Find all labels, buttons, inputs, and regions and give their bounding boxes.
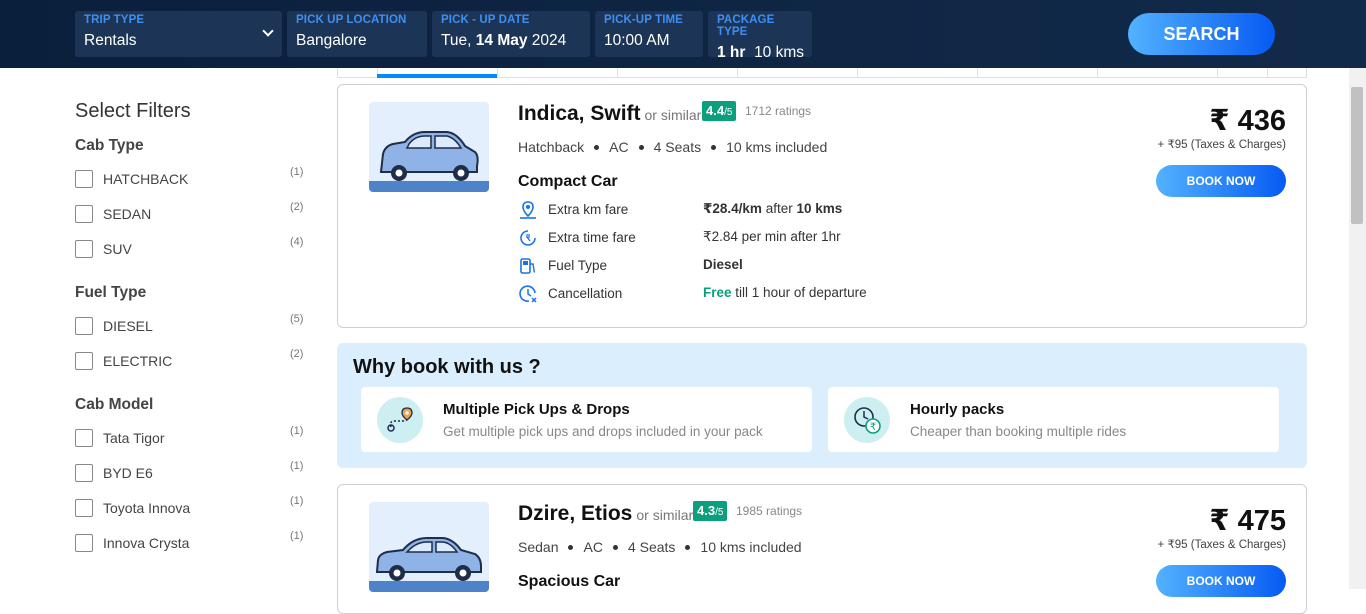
pickup-location-value: Bangalore [296, 32, 367, 49]
taxes-charges: + ₹95 (Taxes & Charges) [1157, 539, 1286, 551]
car-class: Compact Car [518, 173, 618, 190]
book-now-button[interactable]: BOOK NOW [1156, 165, 1286, 197]
checkbox[interactable] [75, 169, 93, 188]
why-item-subtitle: Get multiple pick ups and drops included… [443, 424, 763, 439]
search-button[interactable]: SEARCH [1128, 13, 1275, 55]
tab-divider [857, 68, 858, 77]
pickup-date-field[interactable]: PICK - UP DATE Tue, 14 May 2024 [432, 11, 590, 57]
extra-km-row: Extra km fare ₹28.4/km after 10 kms [518, 200, 938, 222]
trip-type-label: TRIP TYPE [84, 14, 145, 26]
fuel-type-title: Fuel Type [75, 284, 147, 301]
rating-badge: 4.4/5 [702, 101, 737, 121]
car-card: Dzire, Etios or similar 4.3/5 1985 rating… [337, 484, 1307, 614]
car-name: Indica, Swift or similar [518, 102, 702, 125]
why-item-title: Multiple Pick Ups & Drops [443, 401, 630, 418]
book-now-button[interactable]: BOOK NOW [1156, 565, 1286, 597]
car-class: Spacious Car [518, 573, 621, 590]
tab-divider [497, 68, 498, 77]
pickup-date: 14 May [475, 32, 528, 49]
tab-divider [1217, 68, 1218, 77]
road-strip [369, 181, 489, 192]
car-name: Dzire, Etios or similar [518, 502, 694, 525]
pickup-year: 2024 [531, 32, 567, 49]
ratings-count: 1712 ratings [745, 104, 812, 118]
filter-sedan[interactable]: SEDAN (2) [75, 196, 315, 231]
filter-hatchback[interactable]: HATCHBACK (1) [75, 161, 315, 196]
sedan-car-icon [369, 502, 489, 592]
hatchback-car-icon [369, 102, 489, 192]
tab-divider [1267, 68, 1268, 77]
clock-rupee-icon: ₹ [844, 397, 890, 443]
car-specs: Hatchback AC 4 Seats 10 kms included [518, 139, 828, 155]
location-pin-icon [520, 201, 536, 219]
checkbox[interactable] [75, 428, 93, 447]
filter-diesel[interactable]: DIESEL (5) [75, 308, 315, 343]
package-type-label: PACKAGE TYPE [717, 14, 775, 38]
checkbox[interactable] [75, 239, 93, 258]
why-book-title: Why book with us ? [353, 356, 541, 378]
cab-type-title: Cab Type [75, 137, 144, 154]
ratings-count: 1985 ratings [736, 504, 803, 518]
package-kms: 10 kms [754, 44, 805, 61]
trip-type-dropdown[interactable]: TRIP TYPE Rentals [75, 11, 282, 57]
svg-text:₹: ₹ [870, 422, 876, 433]
search-header: TRIP TYPE Rentals PICK UP LOCATION Banga… [0, 0, 1366, 68]
pickup-date-value: Tue, 14 May 2024 [441, 32, 581, 50]
why-item-subtitle: Cheaper than booking multiple rides [910, 424, 1127, 439]
checkbox[interactable] [75, 498, 93, 517]
price: ₹ 475 [1209, 505, 1286, 537]
filters-panel: Select Filters Cab Type HATCHBACK (1) SED… [75, 100, 315, 560]
filter-electric[interactable]: ELECTRIC (2) [75, 343, 315, 378]
filter-byd-e6[interactable]: BYD E6 (1) [75, 455, 315, 490]
checkbox[interactable] [75, 351, 93, 370]
cancellation-row: Cancellation Free till 1 hour of departu… [518, 284, 938, 306]
why-item-multiple-pickups: Multiple Pick Ups & Drops Get multiple p… [361, 387, 812, 452]
why-item-hourly-packs: ₹ Hourly packs Cheaper than booking mult… [828, 387, 1279, 452]
checkbox[interactable] [75, 316, 93, 335]
pickup-date-label: PICK - UP DATE [441, 14, 530, 26]
pickup-location-field[interactable]: PICK UP LOCATION Bangalore [287, 11, 427, 57]
scrollbar-thumb[interactable] [1351, 87, 1363, 224]
filter-innova-crysta[interactable]: Innova Crysta (1) [75, 525, 315, 560]
taxes-charges: + ₹95 (Taxes & Charges) [1157, 139, 1286, 151]
checkbox[interactable] [75, 204, 93, 223]
fuel-pump-icon [520, 258, 536, 274]
filter-suv[interactable]: SUV (4) [75, 231, 315, 266]
pickup-time-value: 10:00 AM [604, 32, 670, 49]
extra-time-row: Extra time fare ₹2.84 per min after 1hr [518, 228, 938, 250]
filters-title: Select Filters [75, 100, 191, 122]
filter-toyota-innova[interactable]: Toyota Innova (1) [75, 490, 315, 525]
road-strip [369, 581, 489, 592]
time-rupee-icon [520, 230, 536, 246]
car-specs: Sedan AC 4 Seats 10 kms included [518, 539, 802, 555]
checkbox[interactable] [75, 533, 93, 552]
tab-divider [977, 68, 978, 77]
price: ₹ 436 [1209, 105, 1286, 137]
tab-divider [1097, 68, 1098, 77]
pickup-time-field[interactable]: PICK-UP TIME 10:00 AM [595, 11, 703, 57]
filter-tata-tigor[interactable]: Tata Tigor (1) [75, 420, 315, 455]
tab-divider [617, 68, 618, 77]
why-book-section: Why book with us ? Multiple Pick Ups & D… [337, 343, 1307, 468]
trip-type-value: Rentals [84, 32, 137, 49]
pickup-location-label: PICK UP LOCATION [296, 14, 407, 26]
package-type-field[interactable]: PACKAGE TYPE 1 hr 10 kms [708, 11, 812, 61]
route-icon [377, 397, 423, 443]
tab-active-indicator[interactable] [377, 74, 497, 78]
car-card: Indica, Swift or similar 4.4/5 1712 ratin… [337, 84, 1307, 328]
package-hours: 1 hr [717, 44, 746, 61]
package-type-value: 1 hr 10 kms [717, 44, 805, 62]
clock-cancel-icon [519, 285, 537, 303]
checkbox[interactable] [75, 463, 93, 482]
pickup-time-label: PICK-UP TIME [604, 14, 683, 26]
pickup-day: Tue, [441, 32, 472, 49]
fuel-type-row: Fuel Type Diesel [518, 256, 938, 278]
rating-badge: 4.3/5 [693, 501, 728, 521]
why-item-title: Hourly packs [910, 401, 1005, 418]
tab-divider [737, 68, 738, 77]
cab-model-title: Cab Model [75, 396, 154, 413]
